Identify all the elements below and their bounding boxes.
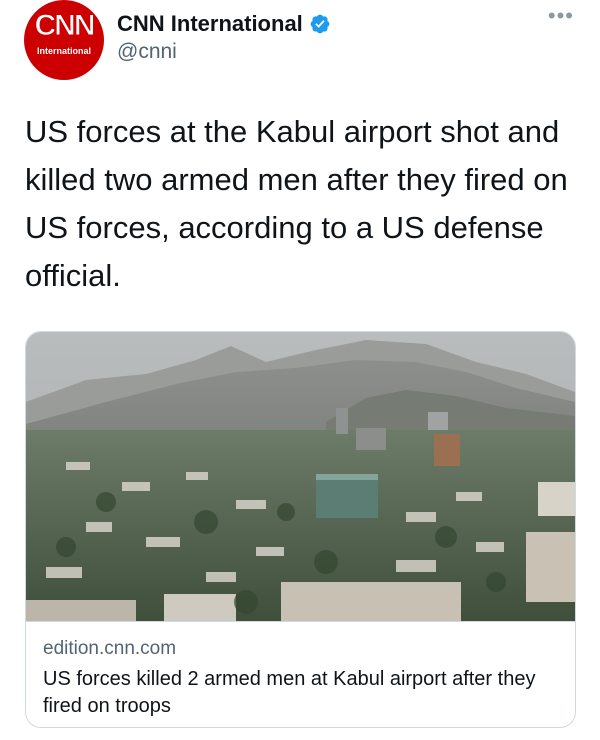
link-preview-card[interactable]: edition.cnn.com US forces killed 2 armed… bbox=[25, 331, 576, 728]
author-handle[interactable]: @cnni bbox=[117, 40, 177, 64]
kabul-cityscape-image[interactable] bbox=[26, 332, 575, 621]
link-card-meta: edition.cnn.com US forces killed 2 armed… bbox=[26, 621, 575, 727]
link-card-domain: edition.cnn.com bbox=[43, 638, 177, 659]
cnn-logo-text: CNN bbox=[34, 9, 96, 43]
author-avatar[interactable]: CNN International bbox=[24, 0, 104, 80]
author-name-row: CNN International bbox=[117, 11, 331, 37]
cnn-logo-subtext: International bbox=[36, 46, 91, 56]
link-card-title[interactable]: US forces killed 2 armed men at Kabul ai… bbox=[43, 666, 563, 720]
tweet-text: US forces at the Kabul airport shot and … bbox=[25, 114, 568, 293]
verified-badge-icon bbox=[310, 14, 330, 34]
tweet-header: CNN International CNN International @cnn… bbox=[0, 0, 600, 90]
more-horizontal-icon[interactable]: ••• bbox=[548, 5, 574, 27]
author-display-name[interactable]: CNN International bbox=[117, 11, 303, 37]
